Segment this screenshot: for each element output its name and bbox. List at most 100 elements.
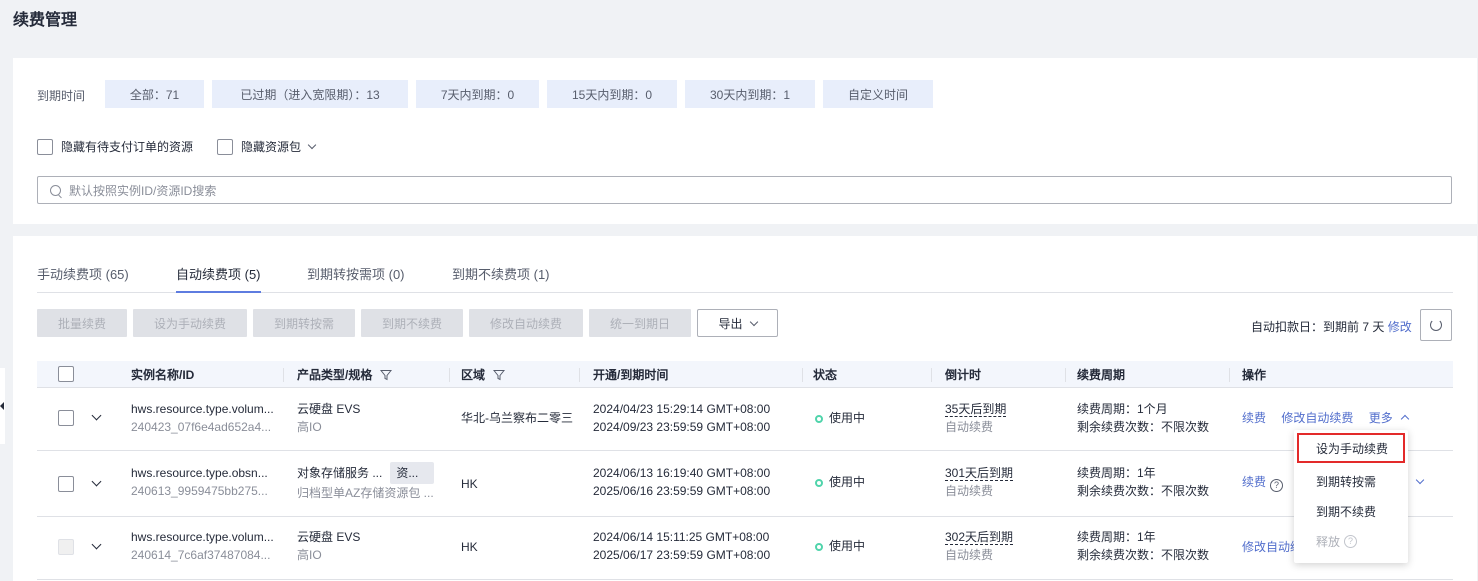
chevron-down-icon[interactable]	[307, 140, 317, 150]
tab-manual-renewal[interactable]: 手动续费项 (65)	[37, 264, 129, 293]
to-ondemand-button[interactable]: 到期转按需	[253, 309, 355, 337]
menu-no-renew[interactable]: 到期不续费	[1294, 496, 1408, 526]
unify-expiry-button[interactable]: 统一到期日	[589, 309, 691, 337]
instance-name[interactable]: hws.resource.type.volum...	[131, 528, 274, 546]
col-time: 开通/到期时间	[593, 368, 669, 382]
countdown-text[interactable]: 35天后到期	[945, 402, 1007, 417]
filter-icon[interactable]	[380, 369, 393, 381]
status-text: 使用中	[829, 539, 866, 553]
no-renew-button[interactable]: 到期不续费	[361, 309, 463, 337]
modify-auto-renew-link[interactable]: 修改自动续	[1242, 540, 1302, 554]
col-status: 状态	[813, 368, 838, 382]
filter-icon[interactable]	[493, 369, 506, 381]
search-input[interactable]: 默认按照实例ID/资源ID搜索	[37, 176, 1452, 204]
expiry-15days-button[interactable]: 15天内到期：0	[547, 80, 677, 108]
renew-link[interactable]: 续费	[1242, 411, 1266, 425]
expand-row-icon[interactable]	[91, 476, 102, 487]
modify-auto-renew-button[interactable]: 修改自动续费	[469, 309, 583, 337]
instance-id: 240613_9959475bb275...	[131, 484, 268, 498]
search-placeholder: 默认按照实例ID/资源ID搜索	[69, 183, 217, 198]
expand-row-icon[interactable]	[91, 539, 102, 550]
product-spec: 高IO	[297, 548, 322, 562]
menu-set-manual[interactable]: 设为手动续费	[1297, 433, 1405, 463]
open-time: 2024/04/23 15:29:14 GMT+08:00	[593, 402, 771, 416]
column-divider	[1065, 368, 1066, 382]
refresh-button[interactable]	[1420, 309, 1452, 341]
auto-deduct-info: 自动扣款日：到期前 7 天 修改	[1251, 318, 1412, 335]
expiry-7days-button[interactable]: 7天内到期：0	[416, 80, 539, 108]
col-instance: 实例名称/ID	[131, 368, 195, 382]
col-countdown: 倒计时	[945, 368, 982, 382]
period-cell: 续费周期：1个月 剩余续费次数：不限次数	[1077, 400, 1209, 436]
chevron-down-icon	[749, 317, 758, 326]
col-period: 续费周期	[1077, 368, 1126, 382]
status-text: 使用中	[829, 475, 866, 489]
menu-to-ondemand[interactable]: 到期转按需	[1294, 466, 1408, 496]
status-text: 使用中	[829, 411, 866, 425]
expire-time: 2025/06/16 23:59:59 GMT+08:00	[593, 484, 771, 498]
help-icon[interactable]: ?	[1270, 479, 1284, 492]
expiry-expired-button[interactable]: 已过期（进入宽限期）：13	[212, 80, 408, 108]
renew-link[interactable]: 续费	[1242, 475, 1266, 489]
status-ok-icon	[815, 479, 823, 487]
hide-package-checkbox[interactable]	[217, 138, 233, 155]
resource-tag: 资...	[390, 462, 435, 484]
hide-pending-toggle[interactable]: 隐藏有待支付订单的资源	[37, 138, 193, 155]
countdown-sub: 自动续费	[945, 548, 994, 562]
expiry-custom-button[interactable]: 自定义时间	[823, 80, 933, 108]
col-region-label: 区域	[461, 368, 486, 382]
batch-renew-button[interactable]: 批量续费	[37, 309, 127, 337]
instance-id: 240614_7c6af37487084...	[131, 548, 271, 562]
product-spec: 归档型单AZ存储资源包 ...	[297, 486, 434, 500]
product-cell: 对象存储服务 ... 资... 归档型单AZ存储资源包 ...	[297, 462, 435, 502]
renew-period: 续费周期：1年	[1077, 466, 1156, 480]
countdown-sub: 自动续费	[945, 484, 994, 498]
col-product: 产品类型/规格	[297, 366, 393, 383]
row-checkbox[interactable]	[58, 476, 74, 492]
collapse-arrow-icon[interactable]	[0, 402, 4, 410]
time-cell: 2024/06/13 16:19:40 GMT+08:00 2025/06/16…	[593, 464, 770, 500]
refresh-icon	[1430, 319, 1442, 331]
renew-remaining: 剩余续费次数：不限次数	[1077, 484, 1210, 498]
tab-auto-renewal[interactable]: 自动续费项 (5)	[176, 264, 261, 293]
export-button[interactable]: 导出	[697, 309, 778, 337]
expiry-30days-button[interactable]: 30天内到期：1	[685, 80, 815, 108]
countdown-text[interactable]: 302天后到期	[945, 530, 1014, 545]
countdown-cell: 35天后到期 自动续费	[945, 400, 1007, 436]
col-region: 区域	[461, 366, 506, 383]
region-cell: HK	[461, 477, 478, 491]
expiry-all-button[interactable]: 全部：71	[105, 80, 204, 108]
column-divider	[802, 368, 803, 382]
tab-no-renewal[interactable]: 到期不续费项 (1)	[452, 264, 550, 293]
column-divider	[579, 368, 580, 382]
chevron-down-icon[interactable]	[1415, 475, 1425, 485]
countdown-text[interactable]: 301天后到期	[945, 466, 1014, 481]
countdown-cell: 301天后到期 自动续费	[945, 464, 1014, 500]
expire-time: 2024/09/23 23:59:59 GMT+08:00	[593, 420, 771, 434]
row-checkbox[interactable]	[58, 410, 74, 426]
renew-remaining: 剩余续费次数：不限次数	[1077, 548, 1210, 562]
product-type: 对象存储服务 ...	[297, 466, 383, 480]
chevron-up-icon[interactable]	[1400, 414, 1410, 424]
more-actions-menu: 设为手动续费 到期转按需 到期不续费 释放 ?	[1294, 430, 1408, 563]
instance-name[interactable]: hws.resource.type.obsn...	[131, 464, 268, 482]
tab-bar: 手动续费项 (65) 自动续费项 (5) 到期转按需项 (0) 到期不续费项 (…	[37, 262, 1453, 293]
open-time: 2024/06/14 15:11:25 GMT+08:00	[593, 530, 770, 544]
column-divider	[283, 368, 284, 382]
product-cell: 云硬盘 EVS 高IO	[297, 528, 360, 564]
more-link[interactable]: 更多	[1369, 411, 1393, 425]
renew-period: 续费周期：1年	[1077, 530, 1156, 544]
set-manual-button[interactable]: 设为手动续费	[133, 309, 247, 337]
table-row: hws.resource.type.volum... 240423_07f6e4…	[37, 389, 1453, 451]
tab-to-ondemand[interactable]: 到期转按需项 (0)	[307, 264, 405, 293]
hide-package-toggle[interactable]: 隐藏资源包	[217, 138, 317, 155]
modify-auto-renew-link[interactable]: 修改自动续费	[1281, 411, 1353, 425]
expand-row-icon[interactable]	[91, 410, 102, 421]
instance-cell: hws.resource.type.volum... 240423_07f6e4…	[131, 400, 274, 436]
instance-name[interactable]: hws.resource.type.volum...	[131, 400, 274, 418]
modify-deduct-link[interactable]: 修改	[1388, 320, 1412, 334]
help-icon: ?	[1344, 534, 1358, 548]
select-all-checkbox[interactable]	[58, 366, 74, 382]
hide-pending-checkbox[interactable]	[37, 138, 53, 155]
row-checkbox	[58, 539, 74, 555]
